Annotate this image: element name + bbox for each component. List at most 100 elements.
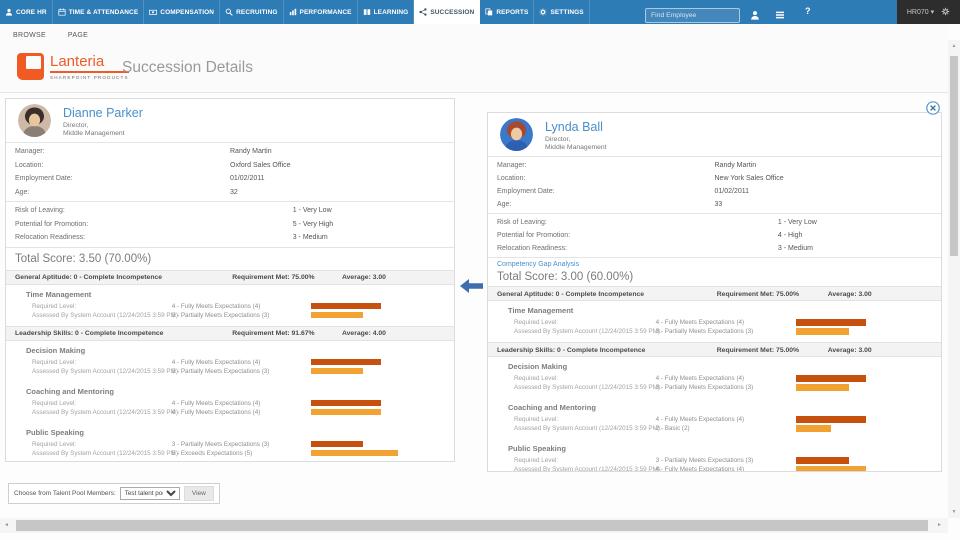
employee-identity: Lynda BallDirector,Middle Management [545, 118, 607, 152]
level-bar-assessed [311, 312, 364, 319]
field-label: Age: [15, 189, 29, 196]
nav-tab-time-attendance[interactable]: TIME & ATTENDANCE [53, 0, 145, 24]
lanteria-logo[interactable]: Lanteria SHAREPOINT PRODUCTS [17, 53, 129, 80]
section-header-leadership-skills: Leadership Skills: 0 - Complete Incompet… [6, 326, 454, 341]
nav-tab-compensation[interactable]: COMPENSATION [144, 0, 220, 24]
nav-tab-performance[interactable]: PERFORMANCE [284, 0, 358, 24]
help-icon[interactable]: ? [805, 6, 811, 16]
competency-level-text: 3 - Partially Meets Expectations (3) [172, 441, 270, 448]
competency-row-label: Required Level: [514, 457, 558, 464]
nav-tab-settings[interactable]: SETTINGS [534, 0, 589, 24]
nav-tab-recruiting[interactable]: RECRUITING [220, 0, 283, 24]
logo-text: Lanteria [50, 53, 129, 73]
competency-row-label: Assessed By System Account (12/24/2015 3… [32, 312, 180, 319]
competency-coaching-and-mentoring: Coaching and MentoringRequired Level:4 -… [6, 382, 454, 423]
talent-pool-label: Choose from Talent Pool Members: [14, 490, 116, 497]
gear-icon [539, 8, 547, 16]
competency-row-assessed: Assessed By System Account (12/24/2015 3… [488, 424, 941, 433]
competency-row-required: Required Level: 3 - Partially Meets Expec… [6, 440, 454, 449]
account-corner: HR070 ▾ [897, 0, 960, 24]
avatar-photo [18, 104, 51, 137]
field-row: Employment Date:01/02/2011 [6, 172, 454, 186]
competency-level-text: 4 - Fully Meets Expectations (4) [656, 466, 745, 472]
level-bar-required [311, 441, 364, 448]
section-requirement-met: Requirement Met: 91.67% [232, 330, 314, 337]
field-value: 1 - Very Low [293, 207, 332, 214]
employee-card-dianne-parker: Dianne ParkerDirector,Middle ManagementM… [5, 98, 455, 462]
vertical-scroll-thumb[interactable] [950, 56, 958, 256]
competency-row-label: Required Level: [514, 375, 558, 382]
level-bar-assessed [796, 466, 866, 472]
field-row: Manager: Randy Martin [6, 145, 454, 159]
competency-level-text: 4 - Fully Meets Expectations (4) [172, 409, 261, 416]
scroll-up-icon[interactable]: ▲ [948, 43, 960, 49]
account-menu[interactable]: HR070 ▾ [907, 8, 934, 16]
close-icon[interactable] [926, 101, 940, 115]
competency-row-required: Required Level:4 - Fully Meets Expectati… [488, 318, 941, 327]
view-button[interactable]: View [184, 486, 214, 501]
employee-name-link[interactable]: Lynda Ball [545, 120, 607, 134]
scroll-right-icon[interactable]: ► [937, 522, 942, 528]
scroll-down-icon[interactable]: ▼ [948, 509, 960, 515]
nav-tab-learning[interactable]: LEARNING [358, 0, 415, 24]
user-icon [750, 10, 760, 20]
gear-icon[interactable] [941, 7, 950, 18]
field-label: Employment Date: [497, 188, 555, 195]
horizontal-scroll-thumb[interactable] [16, 520, 928, 531]
field-label: Location: [497, 175, 525, 182]
competency-name: Public Speaking [508, 445, 941, 453]
competency-level-text: 2 - Basic (2) [656, 425, 690, 432]
competency-row-label: Required Level: [32, 441, 76, 448]
competency-coaching-and-mentoring: Coaching and MentoringRequired Level:4 -… [488, 398, 941, 439]
horizontal-scrollbar[interactable]: ◄ ► [0, 518, 948, 533]
list-icon [775, 10, 785, 20]
competency-row-assessed: Assessed By System Account (12/24/2015 3… [6, 311, 454, 320]
vertical-scrollbar[interactable]: ▲ ▼ [948, 40, 960, 518]
field-label: Manager: [15, 148, 45, 155]
competency-row-assessed: Assessed By System Account (12/24/2015 3… [6, 449, 454, 458]
gear-icon [941, 7, 950, 16]
card-header: Lynda BallDirector,Middle Management [488, 113, 941, 156]
competency-row-required: Required Level:4 - Fully Meets Expectati… [488, 415, 941, 424]
field-value: 01/02/2011 [715, 188, 750, 195]
section-header-general-aptitude: General Aptitude: 0 - Complete Incompete… [488, 286, 941, 301]
field-value: 01/02/2011 [230, 175, 265, 182]
competency-level-text: 4 - Fully Meets Expectations (4) [172, 400, 261, 407]
field-label: Location: [15, 162, 43, 169]
page-title: Succession Details [122, 59, 253, 77]
list-icon[interactable] [775, 7, 785, 25]
competency-name: Time Management [508, 307, 941, 315]
talent-pool-select[interactable]: Test talent pool [120, 487, 180, 500]
ribbon-tab-page[interactable]: PAGE [68, 32, 88, 39]
competency-decision-making: Decision MakingRequired Level:4 - Fully … [488, 357, 941, 398]
section-title: General Aptitude: 0 - Complete Incompete… [15, 274, 162, 281]
competency-decision-making: Decision MakingRequired Level:4 - Fully … [6, 341, 454, 382]
reports-icon [485, 8, 493, 16]
find-employee-input[interactable] [645, 8, 740, 23]
field-value: 1 - Very Low [778, 219, 817, 226]
competency-row-assessed: Assessed By System Account (12/24/2015 3… [488, 383, 941, 392]
succession-details-page: CORE HRTIME & ATTENDANCECOMPENSATIONRECR… [0, 0, 960, 540]
scroll-left-icon[interactable]: ◄ [4, 522, 9, 528]
level-bar-assessed [311, 409, 381, 416]
field-value: Randy Martin [230, 148, 272, 155]
level-bar-assessed [796, 384, 849, 391]
competency-name: Decision Making [508, 363, 941, 371]
competency-gap-analysis-link[interactable]: Competency Gap Analysis [488, 258, 941, 268]
book-icon [363, 8, 371, 16]
nav-tab-reports[interactable]: REPORTS [480, 0, 534, 24]
nav-tab-core-hr[interactable]: CORE HR [0, 0, 53, 24]
bar-chart-icon [289, 8, 297, 16]
level-bar-assessed [796, 328, 849, 335]
total-score: Total Score: 3.50 (70.00%) [6, 248, 454, 270]
employee-name-link[interactable]: Dianne Parker [63, 106, 143, 120]
competency-row-assessed: Assessed By System Account (12/24/2015 3… [6, 367, 454, 376]
level-bar-required [796, 375, 866, 382]
competency-row-label: Assessed By System Account (12/24/2015 3… [514, 425, 662, 432]
nav-tab-succession[interactable]: SUCCESSION [414, 0, 480, 24]
competency-level-text: 3 - Partially Meets Expectations (3) [656, 384, 754, 391]
competency-row-label: Assessed By System Account (12/24/2015 3… [32, 368, 180, 375]
field-label: Manager: [497, 162, 527, 169]
user-icon[interactable] [750, 7, 760, 25]
ribbon-tab-browse[interactable]: BROWSE [13, 32, 46, 39]
